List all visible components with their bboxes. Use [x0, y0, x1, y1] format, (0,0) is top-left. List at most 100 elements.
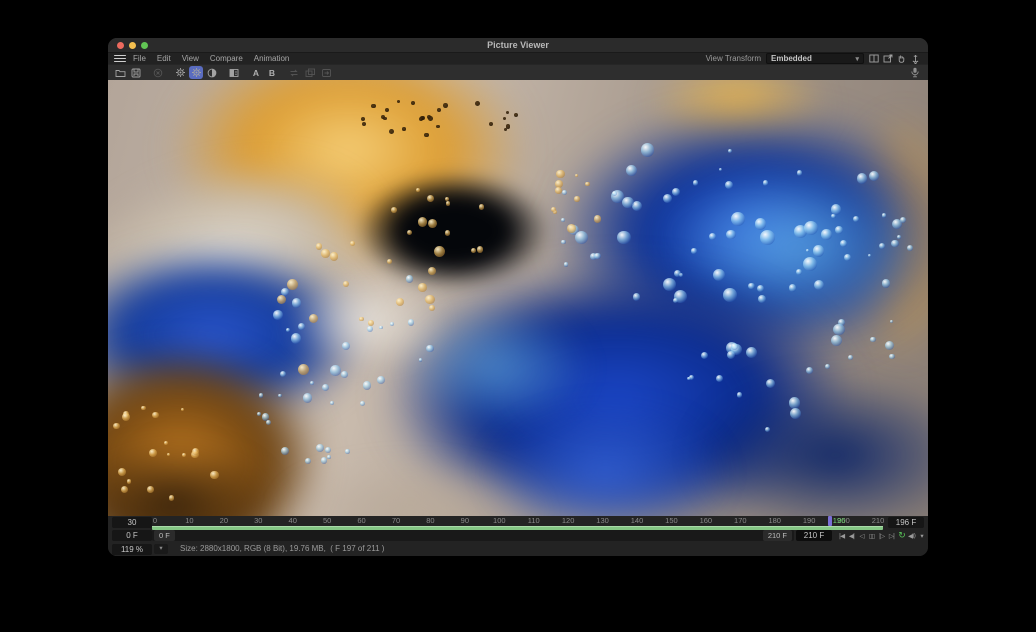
zoom-level-field[interactable]: 119 %: [112, 544, 152, 555]
bubble: [555, 187, 562, 194]
play-backward-button[interactable]: ◁: [857, 530, 866, 541]
ab-compare-button[interactable]: [227, 66, 241, 79]
volume-button[interactable]: ◀)): [907, 530, 916, 541]
menu-item-view[interactable]: View: [182, 54, 199, 63]
bubble: [831, 204, 842, 215]
transport-controls: |◀◀|◁▯▯|▷▷|↻◀))▾: [837, 530, 926, 541]
ruler-tick-label: 40: [289, 516, 297, 525]
pop-out-icon[interactable]: [883, 54, 894, 63]
bubble: [345, 449, 350, 454]
picture-viewer-window: Picture Viewer File Edit View Compare Animat…: [108, 38, 928, 556]
view-transform-select[interactable]: Embedded ▾: [766, 53, 864, 64]
bubble: [790, 408, 801, 419]
ruler-tick-label: 80: [426, 516, 434, 525]
bubble: [121, 486, 128, 493]
bubble: [726, 230, 736, 240]
bubble: [325, 447, 332, 454]
menu-item-edit[interactable]: Edit: [157, 54, 171, 63]
goto-end-button[interactable]: ▷|: [887, 530, 896, 541]
save-icon: [131, 68, 141, 78]
bubble: [477, 246, 484, 253]
bubble: [594, 215, 601, 222]
microphone-button[interactable]: [908, 66, 922, 79]
pin-icon[interactable]: [911, 54, 922, 63]
bubble: [731, 212, 745, 226]
filter-contrast-button[interactable]: [205, 66, 219, 79]
bubble: [737, 392, 743, 398]
bubble: [713, 269, 725, 281]
cached-frames-bar: [152, 526, 883, 530]
bubble: [691, 248, 696, 253]
playhead-frame-label: 196: [833, 516, 846, 525]
bubble: [763, 180, 769, 186]
range-start-handle[interactable]: 0 F: [154, 530, 175, 541]
toolbar-letter-label: A: [253, 68, 259, 78]
open-button[interactable]: [113, 66, 127, 79]
titlebar: Picture Viewer: [108, 38, 928, 53]
ruler-tick-label: 70: [392, 516, 400, 525]
microphone-icon: [910, 67, 920, 78]
framerate-field[interactable]: 30: [112, 517, 152, 528]
bubble: [330, 252, 339, 261]
menu-item-compare[interactable]: Compare: [210, 54, 243, 63]
menu-item-animation[interactable]: Animation: [254, 54, 290, 63]
bubble: [303, 393, 313, 403]
ruler-tick-label: 170: [734, 516, 747, 525]
swap-icon: [289, 68, 299, 78]
folder-icon: [115, 68, 126, 78]
bubble: [342, 342, 350, 350]
bubble: [891, 240, 899, 248]
set-image-a-button[interactable]: A: [249, 66, 263, 79]
bubble: [310, 381, 314, 385]
range-end-field[interactable]: 210 F: [796, 530, 832, 541]
bubble: [789, 284, 796, 291]
window-title: Picture Viewer: [108, 38, 928, 52]
bubble: [885, 341, 894, 350]
bubble: [594, 253, 601, 260]
bubble: [383, 117, 387, 121]
loop-button[interactable]: ↻: [897, 530, 906, 541]
frame-range-slider[interactable]: 0 F 210 F: [152, 530, 794, 541]
bubble: [425, 295, 435, 305]
zoom-dropdown-button[interactable]: ▾: [154, 544, 168, 554]
bubble: [396, 298, 404, 306]
range-start-field[interactable]: 0 F: [112, 530, 152, 541]
split-view-icon[interactable]: [869, 54, 880, 63]
bubble: [418, 217, 427, 226]
save-button[interactable]: [129, 66, 143, 79]
ruler-tick-label: 0: [153, 516, 157, 525]
contrast-icon: [207, 68, 217, 78]
current-frame-field[interactable]: 196 F: [888, 517, 924, 528]
bubble: [561, 240, 566, 245]
goto-start-button[interactable]: |◀: [837, 530, 846, 541]
set-image-b-button[interactable]: B: [265, 66, 279, 79]
next-frame-button[interactable]: |▷: [877, 530, 886, 541]
bubble: [429, 305, 435, 311]
bubble: [833, 324, 845, 336]
menu-item-file[interactable]: File: [133, 54, 146, 63]
hamburger-menu-icon[interactable]: [114, 55, 126, 63]
bubble: [359, 317, 364, 322]
view-transform-group: View Transform Embedded ▾: [706, 53, 928, 64]
bubble: [617, 231, 631, 245]
hand-icon[interactable]: [897, 54, 908, 63]
range-end-handle[interactable]: 210 F: [763, 530, 792, 541]
ruler-tick-label: 180: [768, 516, 781, 525]
desktop-background: Picture Viewer File Edit View Compare Animat…: [0, 0, 1036, 632]
chevron-down-icon: ▾: [855, 55, 859, 63]
bubble: [443, 103, 448, 108]
display-filter-button[interactable]: [189, 66, 203, 79]
bubble: [360, 401, 365, 406]
bubble: [804, 221, 818, 235]
pause-button[interactable]: ▯▯: [867, 530, 876, 541]
ruler-tick-label: 130: [596, 516, 609, 525]
image-viewport[interactable]: [108, 80, 928, 516]
previous-frame-button[interactable]: ◀|: [847, 530, 856, 541]
bubble: [298, 364, 309, 375]
display-settings-button[interactable]: [173, 66, 187, 79]
bubble: [731, 343, 738, 350]
view-transform-label: View Transform: [706, 54, 761, 63]
playhead[interactable]: [828, 516, 832, 526]
playback-options-button[interactable]: ▾: [917, 530, 926, 541]
bubble: [765, 427, 770, 432]
